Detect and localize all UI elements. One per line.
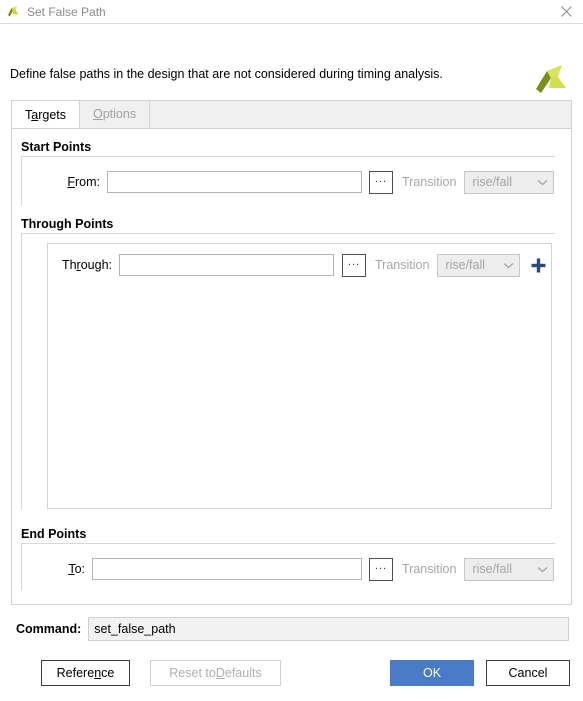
through-points-body: Through: ... Transition rise/fall — [21, 234, 555, 509]
to-row: To: ... Transition rise/fall — [22, 554, 555, 584]
to-browse-button[interactable]: ... — [369, 557, 393, 581]
from-label: From: — [67, 175, 100, 189]
through-transition-value: rise/fall — [445, 258, 486, 272]
chevron-down-icon — [537, 566, 548, 572]
vivado-brand-logo-icon — [531, 60, 571, 100]
from-transition-value: rise/fall — [472, 175, 513, 189]
add-through-point-button[interactable] — [529, 256, 547, 274]
start-points-body: From: ... Transition rise/fall — [21, 157, 555, 205]
through-browse-button[interactable]: ... — [342, 253, 366, 277]
reference-button[interactable]: Refere n ce — [41, 660, 130, 686]
title-bar: Set False Path — [0, 0, 583, 24]
from-transition-select[interactable]: rise/fall — [464, 170, 555, 194]
tab-targets[interactable]: Targets — [11, 101, 80, 129]
tab-container: Targets Options Start Points From: ... T… — [11, 100, 572, 605]
chevron-down-icon — [537, 179, 548, 185]
start-points-group: Start Points From: ... Transition rise/f… — [21, 140, 555, 205]
through-points-group: Through Points Through: ... Transition r… — [21, 217, 555, 509]
tab-options[interactable]: Options — [80, 101, 151, 128]
dialog-footer: Refere n ce Reset to Defaults OK Cancel — [0, 655, 583, 701]
dialog-header: Define false paths in the design that ar… — [0, 24, 583, 93]
to-transition-label: Transition — [402, 562, 457, 576]
through-input[interactable] — [119, 254, 334, 276]
plus-icon — [531, 258, 546, 272]
to-transition-select[interactable]: rise/fall — [464, 557, 555, 581]
window-title: Set False Path — [27, 4, 106, 19]
from-browse-button[interactable]: ... — [369, 170, 393, 194]
through-points-title: Through Points — [21, 217, 114, 231]
through-label: Through: — [61, 258, 112, 272]
reset-to-defaults-button: Reset to Defaults — [150, 660, 281, 686]
from-transition-label: Transition — [402, 175, 457, 189]
command-value: set_false_path — [88, 617, 569, 641]
chevron-down-icon — [503, 262, 514, 268]
from-input[interactable] — [107, 171, 362, 193]
end-points-title: End Points — [21, 527, 87, 541]
start-points-title: Start Points — [21, 140, 92, 154]
targets-panel: Start Points From: ... Transition rise/f… — [11, 128, 572, 605]
tab-bar: Targets Options — [11, 100, 572, 129]
end-points-group: End Points To: ... Transition rise/fall — [21, 527, 555, 590]
to-label: To: — [68, 562, 85, 576]
command-row: Command: set_false_path — [16, 617, 569, 641]
to-input[interactable] — [92, 558, 362, 580]
close-icon[interactable] — [549, 0, 583, 23]
vivado-logo-icon — [6, 4, 21, 19]
through-transition-label: Transition — [375, 258, 430, 272]
dialog-description: Define false paths in the design that ar… — [10, 67, 443, 81]
cancel-button[interactable]: Cancel — [486, 660, 570, 686]
ok-button[interactable]: OK — [390, 660, 474, 686]
to-transition-value: rise/fall — [472, 562, 513, 576]
through-transition-select[interactable]: rise/fall — [437, 253, 521, 277]
command-label: Command: — [16, 622, 82, 636]
end-points-body: To: ... Transition rise/fall — [21, 544, 555, 590]
from-row: From: ... Transition rise/fall — [22, 167, 555, 197]
through-points-list[interactable]: Through: ... Transition rise/fall — [47, 243, 552, 509]
through-row: Through: ... Transition rise/fall — [48, 244, 551, 280]
